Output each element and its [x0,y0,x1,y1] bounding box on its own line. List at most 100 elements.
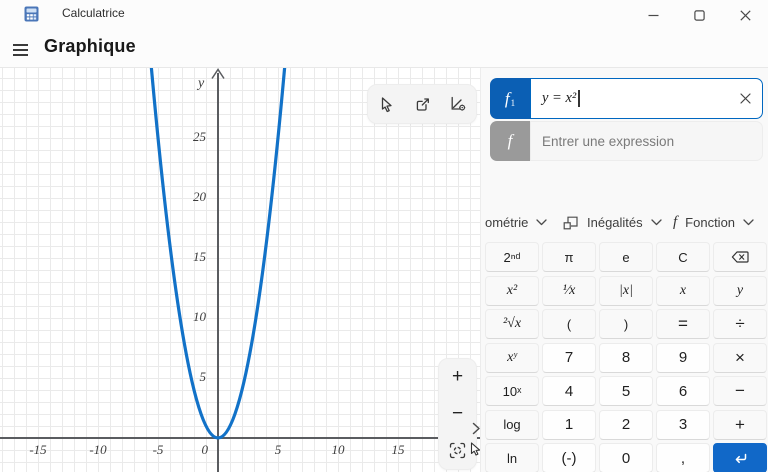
key-7[interactable]: 7 [542,342,596,373]
inequalities-icon [563,216,578,230]
page-title: Graphique [44,36,136,56]
x-tick: -10 [89,442,107,457]
tab-label: ométrie [485,214,529,230]
share-button[interactable] [406,89,438,119]
key-negate[interactable]: (-) [542,443,596,472]
titlebar: Calculatrice [0,0,768,30]
trace-button[interactable] [370,89,402,119]
share-icon [416,97,429,111]
keypad: 2ⁿᵈ π e C x² ¹⁄x |x| x y ²√x ( ) = ÷ xʸ … [485,242,767,472]
close-button[interactable] [722,0,768,30]
f1-badge[interactable]: f1 [490,78,530,119]
key-3[interactable]: 3 [656,409,710,440]
key-4[interactable]: 4 [542,376,596,406]
key-pi[interactable]: π [542,242,596,272]
close-icon [739,9,751,21]
minimize-icon [648,14,658,16]
key-log[interactable]: log [485,409,539,440]
f2-placeholder: Entrer une expression [542,133,675,149]
calculator-window: Calculatrice Graphique y 25 20 15 10 5 -… [0,0,768,472]
key-var-y[interactable]: y [713,275,767,306]
tab-trigonometry[interactable]: ométrie [485,209,548,235]
f2-badge-label: f [507,131,513,150]
key-minus[interactable]: − [713,376,767,406]
key-var-x[interactable]: x [656,275,710,306]
calculator-app-icon [24,6,39,22]
key-absolute-value[interactable]: |x| [599,275,653,306]
key-reciprocal[interactable]: ¹⁄x [542,275,596,306]
backspace-icon [731,251,749,263]
clear-expression-button[interactable] [728,79,762,118]
key-divide[interactable]: ÷ [713,309,767,339]
key-close-paren[interactable]: ) [599,309,653,339]
tab-inequalities[interactable]: Inégalités [563,209,662,235]
zoom-in-button[interactable]: + [442,362,474,392]
key-multiply[interactable]: × [713,342,767,373]
function-row-2: f Entrer une expression [490,121,763,161]
x-tick: -5 [152,442,164,457]
key-root[interactable]: ²√x [485,309,539,339]
header: Graphique [0,30,768,67]
key-clear[interactable]: C [656,242,710,272]
clear-icon [739,93,751,104]
key-1[interactable]: 1 [542,409,596,440]
key-enter[interactable] [713,443,767,472]
key-plus[interactable]: + [713,409,767,440]
minimize-button[interactable] [630,0,676,30]
y-tick: 25 [193,129,206,144]
x-tick: 10 [331,442,345,457]
key-6[interactable]: 6 [656,376,710,406]
graph-options-button[interactable] [442,89,474,119]
graph-toolbar [367,84,477,124]
equation-panel: f1 y = x² f Entrer une expression ométri… [480,68,768,472]
tab-function[interactable]: f Fonction [673,209,754,235]
key-euler[interactable]: e [599,242,653,272]
text-cursor [578,90,580,107]
f1-expression-input[interactable]: y = x² [530,78,763,119]
key-equals[interactable]: = [656,309,710,339]
maximize-icon [693,9,705,21]
key-open-paren[interactable]: ( [542,309,596,339]
key-x-squared[interactable]: x² [485,275,539,306]
key-2nd[interactable]: 2ⁿᵈ [485,242,539,272]
key-x-power-y[interactable]: xʸ [485,342,539,373]
tab-label: Inégalités [587,214,643,230]
function-row-1: f1 y = x² [490,78,763,119]
parabola-curve [149,68,287,440]
f1-badge-sub: 1 [510,98,516,108]
tab-label: Fonction [685,214,736,230]
f2-expression-input[interactable]: Entrer une expression [530,121,763,161]
key-ln[interactable]: ln [485,443,539,472]
graph-canvas[interactable]: y 25 20 15 10 5 -15 -10 -5 0 5 10 15 + − [0,68,481,472]
key-2[interactable]: 2 [599,409,653,440]
x-tick-origin: 0 [201,442,209,457]
f1-badge-label: f [504,88,510,108]
f2-badge[interactable]: f [490,121,530,161]
enter-icon [735,453,746,463]
window-title: Calculatrice [62,6,125,20]
y-tick: 20 [193,189,206,204]
key-9[interactable]: 9 [656,342,710,373]
hamburger-icon[interactable] [13,41,31,57]
zoom-out-button[interactable]: − [442,399,474,429]
function-f-icon: f [673,213,678,230]
fit-view-icon [449,442,466,459]
window-controls [630,0,768,30]
key-5[interactable]: 5 [599,376,653,406]
maximize-button[interactable] [676,0,722,30]
key-0[interactable]: 0 [599,443,653,472]
fit-view-button[interactable] [442,436,474,466]
keypad-tabs: ométrie Inégalités f Fonction [481,209,768,235]
x-tick: 15 [391,442,405,457]
x-tick: 5 [274,442,282,457]
y-tick: 5 [199,369,207,384]
x-tick: -15 [29,442,47,457]
chevron-down-icon [536,218,548,225]
key-10-power-x[interactable]: 10ˣ [485,376,539,406]
key-comma[interactable]: , [656,443,710,472]
key-backspace[interactable] [713,242,767,272]
y-tick: 10 [193,309,206,324]
key-8[interactable]: 8 [599,342,653,373]
f1-expression-text: y = x² [542,90,577,106]
chevron-down-icon [651,218,662,225]
